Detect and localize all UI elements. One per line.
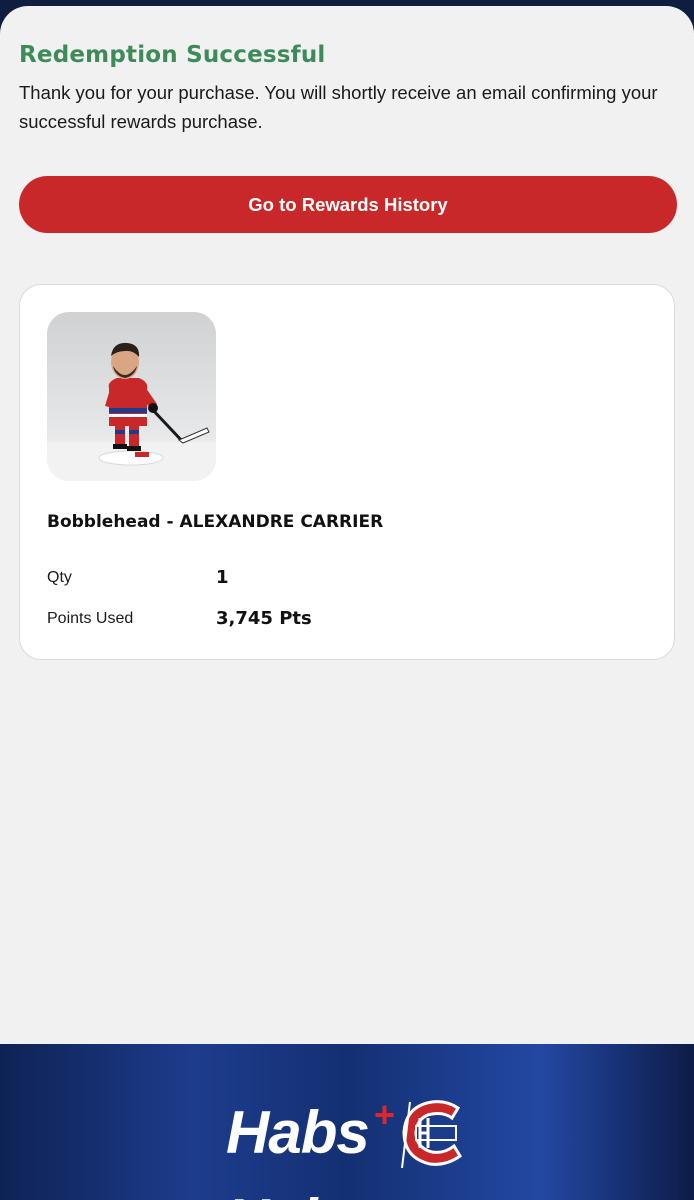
page: Redemption Successful Thank you for your… [0,0,694,1200]
points-used-label: Points Used [47,610,134,627]
qty-label: Qty [47,569,72,586]
qty-value: 1 [216,567,229,588]
logo-wordmark: Habs [226,1099,370,1166]
product-image [47,312,216,481]
page-title: Redemption Successful [19,42,326,68]
canadiens-logo-icon [401,1100,462,1168]
points-used-value: 3,745 Pts [216,608,312,629]
logo-plus: + [374,1094,396,1135]
confirmation-message: Thank you for your purchase. You will sh… [19,82,658,132]
bobblehead-photo-icon [47,312,216,481]
logo-wordmark-repeat: Habs [226,1190,370,1200]
habs-plus-logo: Habs + [226,1094,471,1176]
confirmation-sheet: Redemption Successful Thank you for your… [0,6,694,1044]
product-name: Bobblehead - ALEXANDRE CARRIER [47,512,384,532]
footer: Habs + Habs [0,1044,694,1200]
rewards-history-button[interactable]: Go to Rewards History [19,176,677,233]
order-summary-card: Bobblehead - ALEXANDRE CARRIER Qty 1 Poi… [19,284,675,660]
